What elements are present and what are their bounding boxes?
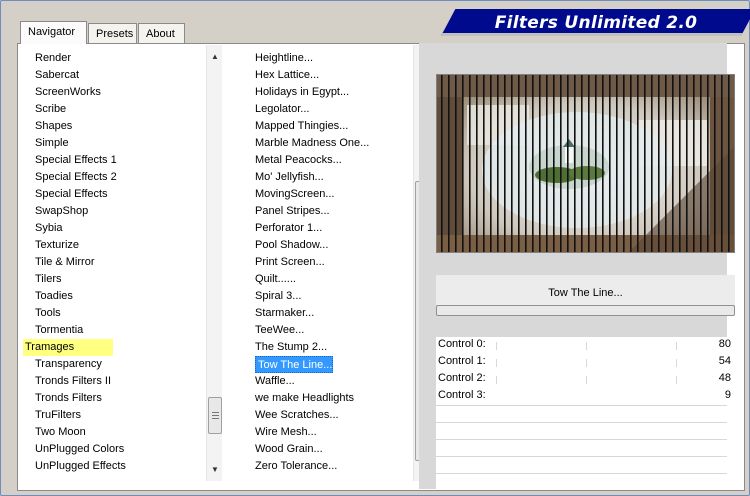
empty-control-row bbox=[436, 474, 735, 490]
filter-item[interactable]: Heightline... bbox=[253, 50, 313, 67]
preview-pane: Tow The Line... Control 0: 80 Control 1:… bbox=[419, 43, 735, 490]
filter-item[interactable]: Metal Peacocks... bbox=[253, 152, 342, 169]
category-item[interactable]: Special Effects 2 bbox=[33, 169, 117, 186]
control-value: 48 bbox=[718, 372, 731, 384]
control-row-2[interactable]: Control 2: 48 bbox=[436, 371, 735, 388]
category-scrollbar[interactable]: ▲ ▼ bbox=[206, 45, 222, 481]
slider-tick bbox=[586, 359, 587, 367]
filter-item[interactable]: Wood Grain... bbox=[253, 441, 323, 458]
title-banner-text: Filters Unlimited 2.0 bbox=[494, 13, 698, 33]
tab-presets[interactable]: Presets bbox=[88, 23, 137, 43]
scroll-down-arrow-icon[interactable]: ▼ bbox=[207, 462, 223, 478]
empty-control-row bbox=[436, 440, 735, 456]
filter-item[interactable]: Wire Mesh... bbox=[253, 424, 317, 441]
control-row-1[interactable]: Control 1: 54 bbox=[436, 354, 735, 371]
scroll-up-arrow-icon[interactable]: ▲ bbox=[207, 49, 223, 65]
tab-about[interactable]: About bbox=[138, 23, 185, 43]
filter-item[interactable]: The Stump 2... bbox=[253, 339, 327, 356]
category-item[interactable]: Tile & Mirror bbox=[33, 254, 94, 271]
category-item[interactable]: Transparency bbox=[33, 356, 102, 373]
filter-item[interactable]: Quilt...... bbox=[253, 271, 296, 288]
category-list[interactable]: Render Sabercat ScreenWorks Scribe Shapes Sim… bbox=[19, 45, 223, 481]
slider-tick bbox=[676, 376, 677, 384]
filter-item[interactable]: Perforator 1... bbox=[253, 220, 322, 237]
category-item[interactable]: Special Effects 1 bbox=[33, 152, 117, 169]
slider-tick bbox=[496, 342, 497, 350]
filter-item[interactable]: Starmaker... bbox=[253, 305, 314, 322]
control-value: 9 bbox=[724, 389, 731, 401]
category-item[interactable]: Special Effects bbox=[33, 186, 108, 203]
filter-item[interactable]: Spiral 3... bbox=[253, 288, 301, 305]
control-label: Control 1: bbox=[438, 355, 486, 367]
category-item[interactable]: Toadies bbox=[33, 288, 73, 305]
category-item[interactable]: Tormentia bbox=[33, 322, 83, 339]
filter-item[interactable]: Wee Scratches... bbox=[253, 407, 339, 424]
tab-navigator[interactable]: Navigator bbox=[20, 21, 87, 44]
category-item[interactable]: Tilers bbox=[33, 271, 61, 288]
filter-item[interactable]: Panel Stripes... bbox=[253, 203, 330, 220]
category-item[interactable]: UnPlugged Effects bbox=[33, 458, 126, 475]
category-item[interactable]: Sybia bbox=[33, 220, 63, 237]
control-row-0[interactable]: Control 0: 80 bbox=[436, 337, 735, 354]
filter-item[interactable]: Pool Shadow... bbox=[253, 237, 328, 254]
category-item[interactable]: UnPlugged Colors bbox=[33, 441, 124, 458]
filter-item[interactable]: Mo' Jellyfish... bbox=[253, 169, 324, 186]
main-window: Navigator Presets About Filters Unlimite… bbox=[0, 0, 750, 496]
category-item[interactable]: Simple bbox=[33, 135, 69, 152]
category-item[interactable]: SwapShop bbox=[33, 203, 88, 220]
category-item[interactable]: Scribe bbox=[33, 101, 66, 118]
category-item[interactable]: Tronds Filters II bbox=[33, 373, 111, 390]
control-label: Control 2: bbox=[438, 372, 486, 384]
control-row-3[interactable]: Control 3: 9 bbox=[436, 388, 735, 405]
control-value: 54 bbox=[718, 355, 731, 367]
filter-item[interactable]: Print Screen... bbox=[253, 254, 325, 271]
category-item[interactable]: Shapes bbox=[33, 118, 72, 135]
control-value: 80 bbox=[718, 338, 731, 350]
category-scroll-thumb[interactable] bbox=[208, 397, 222, 434]
slider-tick bbox=[676, 359, 677, 367]
filter-item[interactable]: MovingScreen... bbox=[253, 186, 334, 203]
scroll-thumb-grip-line bbox=[212, 418, 219, 419]
slider-tick bbox=[676, 342, 677, 350]
category-item[interactable]: Tools bbox=[33, 305, 61, 322]
preview-image[interactable] bbox=[436, 74, 735, 253]
empty-control-row bbox=[436, 406, 735, 422]
slider-tick bbox=[586, 376, 587, 384]
control-label: Control 0: bbox=[438, 338, 486, 350]
empty-control-row bbox=[436, 457, 735, 473]
category-item[interactable]: Render bbox=[33, 50, 71, 67]
progress-bar bbox=[436, 305, 735, 316]
filter-item[interactable]: Waffle... bbox=[253, 373, 295, 390]
slider-tick bbox=[496, 376, 497, 384]
filter-item[interactable]: Marble Madness One... bbox=[253, 135, 369, 152]
slider-tick bbox=[586, 342, 587, 350]
category-item[interactable]: Two Moon bbox=[33, 424, 86, 441]
filter-item[interactable]: Holidays in Egypt... bbox=[253, 84, 349, 101]
category-item[interactable]: TruFilters bbox=[33, 407, 81, 424]
control-label: Control 3: bbox=[438, 389, 486, 401]
filter-list[interactable]: Heightline... Hex Lattice... Holidays in E… bbox=[239, 45, 429, 481]
category-item[interactable]: Sabercat bbox=[33, 67, 79, 84]
preview-graphic bbox=[437, 75, 734, 252]
filter-item[interactable]: Tow The Line... bbox=[255, 356, 334, 373]
category-item[interactable]: Tramages bbox=[23, 339, 113, 356]
scroll-thumb-grip-line bbox=[212, 415, 219, 416]
scroll-thumb-grip-icon bbox=[212, 412, 219, 413]
filter-item[interactable]: Zero Tolerance... bbox=[253, 458, 337, 475]
filter-item[interactable]: we make Headlights bbox=[253, 390, 354, 407]
category-item[interactable]: Texturize bbox=[33, 237, 79, 254]
slider-tick bbox=[496, 359, 497, 367]
empty-control-row bbox=[436, 423, 735, 439]
category-item[interactable]: Tronds Filters bbox=[33, 390, 102, 407]
filter-item[interactable]: Hex Lattice... bbox=[253, 67, 319, 84]
filter-item[interactable]: TeeWee... bbox=[253, 322, 304, 339]
filter-item[interactable]: Legolator... bbox=[253, 101, 309, 118]
filter-item[interactable]: Mapped Thingies... bbox=[253, 118, 348, 135]
category-item[interactable]: ScreenWorks bbox=[33, 84, 101, 101]
